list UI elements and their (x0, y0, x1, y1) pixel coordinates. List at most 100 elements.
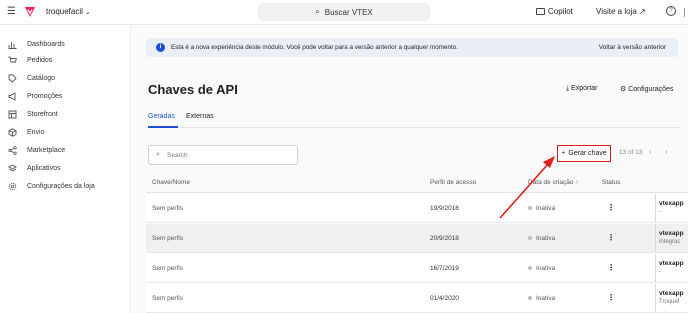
plus-icon: + (561, 150, 566, 157)
status-label: Inativa (536, 205, 556, 212)
status-dot-icon (528, 236, 532, 241)
status-label: Inativa (536, 265, 556, 272)
vtex-logo-icon[interactable] (24, 6, 36, 18)
more-actions-icon[interactable]: ⋮ (607, 233, 615, 242)
row-date: 16/7/2019 (430, 265, 459, 272)
column-header-created[interactable]: Data de criação ↑ (528, 179, 579, 186)
copilot-label: Copilot (548, 7, 573, 16)
row-date: 01/4/2020 (430, 295, 459, 302)
row-date: 19/9/2018 (430, 205, 459, 212)
box-icon (8, 127, 17, 137)
table-row[interactable]: Sem perfis 01/4/2020 Inativa ⋮ vtexapp Tr… (146, 284, 688, 313)
menu-icon[interactable]: ☰ (7, 6, 16, 17)
store-name: troquefacil (46, 7, 83, 16)
key-cell: vtexapp Troquef (655, 284, 688, 312)
layout-icon (8, 110, 17, 118)
row-name: Sem perfis (152, 265, 184, 272)
page-title: Chaves de API (148, 82, 238, 97)
more-actions-icon[interactable]: ⋮ (607, 293, 615, 302)
column-header-profile[interactable]: Perfil de acesso (430, 179, 476, 186)
chevron-right-icon[interactable]: › (665, 147, 668, 156)
key-sub: - (659, 269, 661, 275)
arrow-up-icon: ↑ (575, 179, 579, 186)
key-sub: - (659, 209, 661, 215)
sidebar-item-envio[interactable]: Envio (0, 124, 131, 140)
gear-icon (8, 182, 17, 190)
chevron-left-icon[interactable]: ‹ (649, 147, 652, 156)
row-name: Sem perfis (152, 295, 184, 302)
top-bar: ☰ troquefacil ⌄ ⌕ Buscar VTEX Copilot Vis… (0, 0, 688, 25)
sidebar-item-dashboards[interactable]: Dashboards (0, 36, 131, 52)
sidebar-item-configuracoes[interactable]: Configurações da loja (0, 178, 131, 194)
key-cell: vtexapp integrac (655, 224, 688, 252)
info-banner: i Esta é a nova experiência deste módulo… (146, 38, 678, 57)
megaphone-icon (8, 91, 16, 101)
key-name: vtexapp (659, 200, 684, 207)
divider (146, 127, 680, 128)
layers-icon (8, 163, 17, 172)
key-sub: Troquef (659, 299, 680, 305)
column-header-status[interactable]: Status (602, 179, 620, 186)
table-row[interactable]: Sem perfis 19/9/2018 Inativa ⋮ vtexapp - (146, 194, 688, 223)
sidebar-item-label: Storefront (27, 110, 58, 118)
row-name: Sem perfis (152, 205, 184, 212)
chart-icon (8, 41, 17, 49)
copilot-button[interactable]: Copilot (536, 7, 573, 16)
tab-geradas[interactable]: Geradas (148, 113, 175, 120)
search-icon: ⌕ (156, 151, 160, 158)
status-dot-icon (528, 266, 532, 271)
more-actions-icon[interactable]: ⋮ (607, 263, 615, 272)
export-label: Exportar (571, 85, 598, 92)
global-search-button[interactable]: ⌕ Buscar VTEX (258, 3, 430, 21)
gear-icon: ⚙ (620, 86, 629, 93)
tag-icon (8, 74, 17, 83)
sidebar-item-promocoes[interactable]: Promoções (0, 88, 131, 104)
sidebar-item-label: Marketplace (27, 146, 66, 154)
help-icon[interactable]: ? (666, 6, 676, 16)
status-badge: Inativa (528, 235, 555, 242)
sidebar-item-label: Envio (27, 128, 45, 136)
visit-store-link[interactable]: Visite a loja ↗ (596, 7, 646, 16)
sidebar-item-label: Aplicativos (27, 164, 61, 172)
settings-button[interactable]: ⚙ Configurações (620, 85, 673, 93)
row-date: 20/9/2018 (430, 235, 459, 242)
key-name: vtexapp (659, 260, 684, 267)
sidebar-item-label: Dashboards (27, 40, 65, 48)
pagination-count: 13 of 13 (619, 149, 643, 156)
sidebar-item-catalogo[interactable]: Catálogo (0, 70, 131, 86)
sidebar-item-label: Pedidos (27, 56, 53, 64)
tab-externas[interactable]: Externas (186, 113, 214, 120)
table-row[interactable]: Sem perfis 16/7/2019 Inativa ⋮ vtexapp - (146, 254, 688, 283)
table-row[interactable]: Sem perfis 20/9/2018 Inativa ⋮ vtexapp in… (146, 224, 688, 253)
key-name: vtexapp (659, 230, 684, 237)
key-sub: integrac (659, 239, 681, 245)
search-placeholder: Search (167, 152, 188, 159)
search-input[interactable]: ⌕ Search (148, 145, 298, 165)
sidebar-item-marketplace[interactable]: Marketplace (0, 142, 131, 158)
sidebar-item-aplicativos[interactable]: Aplicativos (0, 160, 131, 176)
settings-label: Configurações (628, 86, 674, 93)
key-name: vtexapp (659, 290, 684, 297)
status-badge: Inativa (528, 295, 555, 302)
banner-message: Esta é a nova experiência deste módulo. … (171, 44, 459, 51)
status-dot-icon (528, 206, 532, 211)
status-label: Inativa (536, 295, 556, 302)
column-header-name[interactable]: Chave/Nome (152, 179, 190, 186)
back-to-previous-version-link[interactable]: Voltar à versão anterior (599, 44, 666, 51)
sidebar-item-label: Promoções (27, 92, 63, 100)
status-badge: Inativa (528, 205, 555, 212)
row-name: Sem perfis (152, 235, 184, 242)
sidebar: Dashboards Pedidos Catálogo Promoções St… (0, 26, 131, 313)
table-header: Chave/Nome Perfil de acesso Data de cria… (146, 175, 688, 193)
key-cell: vtexapp - (655, 194, 688, 222)
key-cell: vtexapp - (655, 254, 688, 282)
export-button[interactable]: ⤓ Exportar (566, 85, 598, 93)
generate-key-button[interactable]: + Gerar chave (557, 145, 611, 162)
divider (684, 8, 685, 17)
sidebar-item-pedidos[interactable]: Pedidos (0, 52, 131, 68)
column-header-created-label: Data de criação (528, 179, 574, 186)
more-actions-icon[interactable]: ⋮ (607, 203, 615, 212)
store-selector[interactable]: troquefacil ⌄ (46, 7, 91, 16)
sidebar-item-storefront[interactable]: Storefront (0, 106, 131, 122)
share-icon (8, 145, 17, 155)
